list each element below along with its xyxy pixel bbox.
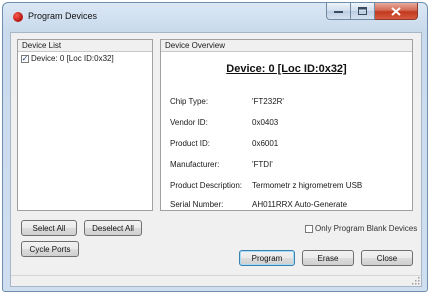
device-item-label: Device: 0 [Loc ID:0x32]	[31, 54, 114, 63]
app-icon	[13, 12, 23, 22]
field-label: Product Description:	[170, 181, 243, 190]
dialog-client-area: Device List ✓ Device: 0 [Loc ID:0x32] De…	[10, 32, 422, 287]
field-value: 'FTDI'	[252, 160, 273, 169]
field-label: Serial Number:	[170, 200, 224, 209]
title-bar[interactable]: Program Devices	[3, 3, 427, 29]
only-blank-label: Only Program Blank Devices	[315, 224, 418, 233]
maximize-button[interactable]	[351, 3, 375, 20]
device-list-panel: Device List ✓ Device: 0 [Loc ID:0x32]	[17, 39, 153, 211]
resize-grip-icon[interactable]	[412, 277, 420, 285]
field-value: 0x6001	[252, 139, 279, 148]
deselect-all-button[interactable]: Deselect All	[84, 220, 142, 236]
program-devices-window: Program Devices Device List ✓ Device: 0 …	[2, 2, 428, 292]
status-bar	[11, 275, 421, 286]
only-blank-option[interactable]: Only Program Blank Devices	[305, 224, 417, 233]
device-checkbox[interactable]: ✓	[21, 53, 29, 63]
checkmark-icon: ✓	[21, 53, 29, 63]
erase-button[interactable]: Erase	[302, 250, 354, 266]
field-value: 0x0403	[252, 118, 279, 127]
close-window-button[interactable]	[375, 3, 418, 20]
close-button[interactable]: Close	[361, 250, 413, 266]
field-label: Vendor ID:	[170, 118, 208, 127]
maximize-icon	[358, 7, 367, 15]
minimize-icon	[334, 11, 343, 13]
device-overview-panel: Device Overview Device: 0 [Loc ID:0x32] …	[160, 39, 413, 211]
field-label: Chip Type:	[170, 97, 209, 106]
field-label: Product ID:	[170, 139, 211, 148]
cycle-ports-button[interactable]: Cycle Ports	[21, 241, 79, 257]
only-blank-checkbox[interactable]	[305, 224, 313, 233]
field-value: Termometr z higrometrem USB	[252, 181, 363, 190]
program-button[interactable]: Program	[239, 250, 295, 266]
window-title: Program Devices	[28, 11, 98, 21]
close-icon	[391, 6, 401, 16]
field-value: 'FT232R'	[252, 97, 284, 106]
list-item[interactable]: ✓ Device: 0 [Loc ID:0x32]	[21, 54, 114, 63]
overview-device-title: Device: 0 [Loc ID:0x32]	[226, 63, 347, 75]
field-value: AH011RRX Auto-Generate	[252, 200, 348, 209]
minimize-button[interactable]	[326, 3, 351, 20]
caption-buttons	[326, 3, 418, 21]
field-label: Manufacturer:	[170, 160, 220, 169]
device-overview-header: Device Overview	[161, 40, 412, 52]
device-list-header: Device List	[18, 40, 152, 52]
select-all-button[interactable]: Select All	[21, 220, 77, 236]
